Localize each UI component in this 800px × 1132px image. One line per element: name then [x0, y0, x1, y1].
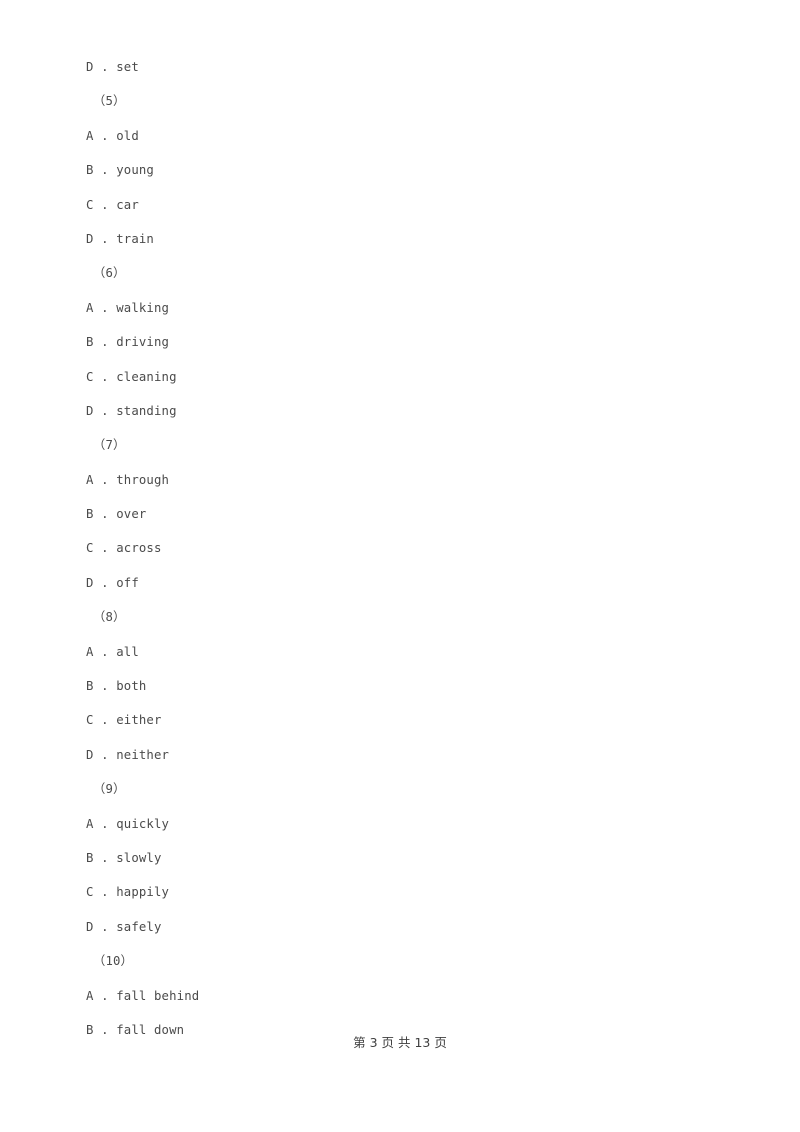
answer-option: D . train — [86, 231, 154, 246]
answer-option: A . through — [86, 472, 170, 487]
answer-option: D . neither — [86, 747, 170, 762]
document-page: D . set （5） A . old B . young C . car D . tra… — [0, 0, 800, 1132]
answer-option: A . all — [86, 644, 139, 659]
answer-option: B . young — [86, 163, 154, 178]
answer-option: A . fall behind — [86, 988, 200, 1003]
answer-option: C . across — [86, 541, 162, 556]
question-number: （10） — [93, 954, 134, 969]
answer-option: B . both — [86, 679, 147, 694]
answer-option: A . walking — [86, 300, 170, 315]
question-number: （8） — [93, 610, 126, 625]
answer-option: C . either — [86, 713, 162, 728]
answer-option: D . off — [86, 575, 139, 590]
answer-option: A . old — [86, 128, 139, 143]
answer-option: D . safely — [86, 919, 162, 934]
question-number: （6） — [93, 266, 126, 281]
answer-option: A . quickly — [86, 816, 170, 831]
answer-option: B . slowly — [86, 850, 162, 865]
answer-option: B . driving — [86, 335, 170, 350]
answer-option: D . set — [86, 60, 139, 74]
page-footer: 第 3 页 共 13 页 — [353, 1035, 447, 1050]
answer-option: C . cleaning — [86, 369, 177, 384]
answer-option: D . standing — [86, 403, 177, 418]
question-number: （7） — [93, 438, 126, 453]
answer-option: C . car — [86, 197, 139, 212]
question-number: （5） — [93, 94, 126, 109]
answer-option: C . happily — [86, 885, 170, 900]
answer-option: B . over — [86, 507, 147, 522]
question-options-list: D . set （5） A . old B . young C . car D . tra… — [86, 50, 726, 1047]
question-number: （9） — [93, 782, 126, 797]
